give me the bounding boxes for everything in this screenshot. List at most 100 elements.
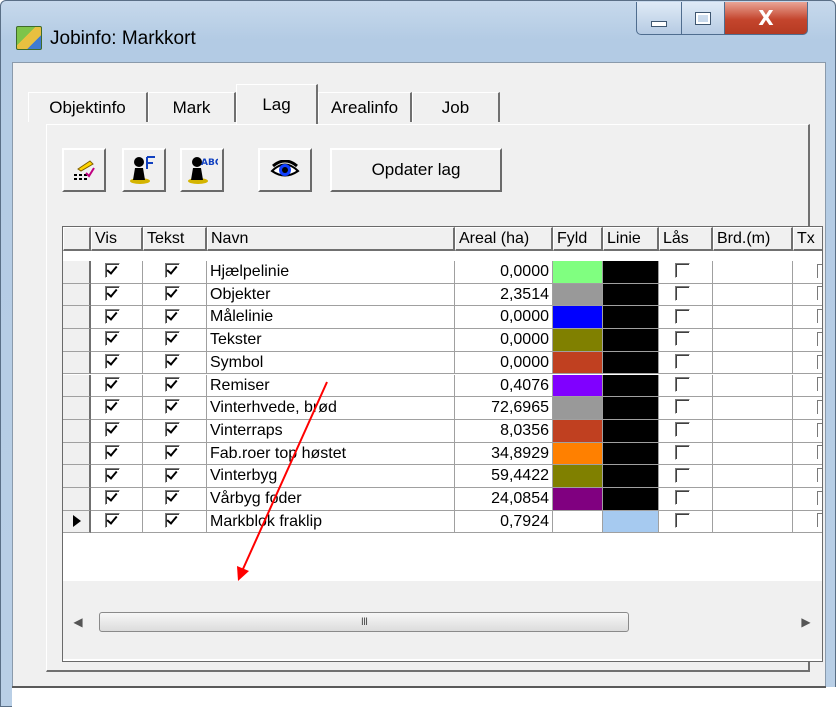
tx-cell[interactable] bbox=[793, 352, 822, 375]
tx-checkbox-partial[interactable] bbox=[817, 286, 822, 301]
brd-cell[interactable] bbox=[713, 465, 793, 488]
row-indicator-cell[interactable] bbox=[63, 510, 91, 534]
tx-checkbox-partial[interactable] bbox=[817, 399, 822, 414]
tx-cell[interactable] bbox=[793, 284, 822, 307]
vis-checkbox[interactable] bbox=[105, 399, 120, 415]
fyld-color-cell[interactable] bbox=[553, 283, 603, 307]
tekst-cell[interactable] bbox=[143, 465, 207, 488]
tekst-cell[interactable] bbox=[143, 306, 207, 330]
update-layers-button[interactable]: Opdater lag bbox=[330, 148, 502, 192]
tekst-cell[interactable] bbox=[143, 329, 207, 352]
laas-cell[interactable] bbox=[659, 306, 713, 330]
tx-cell[interactable] bbox=[793, 306, 822, 330]
fyld-color-cell[interactable] bbox=[553, 397, 603, 420]
navn-cell[interactable]: Hjælpelinie bbox=[207, 261, 455, 284]
table-row[interactable]: Hjælpelinie 0,0000 bbox=[63, 261, 822, 284]
fyld-color-cell[interactable] bbox=[553, 329, 603, 352]
laas-cell[interactable] bbox=[659, 283, 713, 307]
row-indicator-cell[interactable] bbox=[63, 351, 91, 375]
brd-cell[interactable] bbox=[713, 261, 793, 284]
tekst-checkbox[interactable] bbox=[165, 422, 180, 438]
brd-cell[interactable] bbox=[713, 306, 793, 330]
layer-edit-button[interactable] bbox=[62, 148, 106, 192]
vis-checkbox[interactable] bbox=[105, 490, 120, 506]
linie-color-cell[interactable] bbox=[603, 442, 659, 466]
tx-cell[interactable] bbox=[793, 375, 822, 398]
tekst-checkbox[interactable] bbox=[165, 376, 180, 392]
tab-mark[interactable]: Mark bbox=[148, 92, 236, 122]
laas-cell[interactable] bbox=[659, 329, 713, 352]
fyld-color-cell[interactable] bbox=[553, 442, 603, 466]
navn-cell[interactable]: Fab.roer top høstet bbox=[207, 442, 455, 466]
navn-cell[interactable]: Målelinie bbox=[207, 306, 455, 330]
header-brd[interactable]: Brd.(m) bbox=[713, 227, 793, 251]
navn-cell[interactable]: Vinterbyg bbox=[207, 465, 455, 488]
fyld-color-cell[interactable] bbox=[553, 374, 603, 398]
laas-checkbox[interactable] bbox=[675, 467, 690, 483]
tx-cell[interactable] bbox=[793, 465, 822, 488]
vis-cell[interactable] bbox=[91, 488, 143, 511]
tekst-cell[interactable] bbox=[143, 419, 207, 443]
row-indicator-cell[interactable] bbox=[63, 329, 91, 352]
tekst-cell[interactable] bbox=[143, 397, 207, 420]
tx-cell[interactable] bbox=[793, 420, 822, 443]
header-tekst[interactable]: Tekst bbox=[143, 227, 207, 251]
tekst-checkbox[interactable] bbox=[165, 308, 180, 324]
fyld-color-cell[interactable] bbox=[553, 465, 603, 488]
linie-color-cell[interactable] bbox=[603, 374, 659, 398]
tx-checkbox-partial[interactable] bbox=[817, 354, 822, 369]
tab-arealinfo[interactable]: Arealinfo bbox=[318, 92, 412, 122]
table-row[interactable]: Symbol 0,0000 bbox=[63, 351, 822, 375]
close-button[interactable]: X bbox=[724, 2, 808, 35]
tekst-checkbox[interactable] bbox=[165, 354, 180, 370]
navn-cell[interactable]: Markblok fraklip bbox=[207, 510, 455, 534]
tab-job[interactable]: Job bbox=[412, 92, 500, 122]
vis-checkbox[interactable] bbox=[105, 444, 120, 460]
tekst-cell[interactable] bbox=[143, 351, 207, 375]
linie-color-cell[interactable] bbox=[603, 329, 659, 352]
tx-cell[interactable] bbox=[793, 329, 822, 352]
tx-cell[interactable] bbox=[793, 443, 822, 466]
vis-checkbox[interactable] bbox=[105, 422, 120, 438]
tekst-cell[interactable] bbox=[143, 261, 207, 284]
scroll-thumb[interactable]: III bbox=[99, 612, 629, 632]
row-indicator-cell[interactable] bbox=[63, 488, 91, 511]
laas-checkbox[interactable] bbox=[675, 422, 690, 438]
navn-cell[interactable]: Tekster bbox=[207, 329, 455, 352]
brd-cell[interactable] bbox=[713, 351, 793, 375]
row-indicator-cell[interactable] bbox=[63, 261, 91, 284]
vis-cell[interactable] bbox=[91, 374, 143, 398]
tx-checkbox-partial[interactable] bbox=[817, 468, 822, 483]
brd-cell[interactable] bbox=[713, 329, 793, 352]
linie-color-cell[interactable] bbox=[603, 397, 659, 420]
navn-cell[interactable]: Vinterraps bbox=[207, 419, 455, 443]
laas-checkbox[interactable] bbox=[675, 376, 690, 392]
row-indicator-cell[interactable] bbox=[63, 283, 91, 307]
table-row[interactable]: Fab.roer top høstet 34,8929 bbox=[63, 442, 822, 466]
header-tx[interactable]: Tx bbox=[793, 227, 822, 251]
brd-cell[interactable] bbox=[713, 283, 793, 307]
laas-cell[interactable] bbox=[659, 261, 713, 284]
tekst-checkbox[interactable] bbox=[165, 399, 180, 415]
navn-cell[interactable]: Remiser bbox=[207, 374, 455, 398]
header-fyld[interactable]: Fyld bbox=[553, 227, 603, 251]
vis-cell[interactable] bbox=[91, 397, 143, 420]
brd-cell[interactable] bbox=[713, 488, 793, 511]
navn-cell[interactable]: Objekter bbox=[207, 283, 455, 307]
linie-color-cell[interactable] bbox=[603, 306, 659, 330]
fyld-color-cell[interactable] bbox=[553, 419, 603, 443]
fyld-color-cell[interactable] bbox=[553, 351, 603, 375]
navn-cell[interactable]: Vinterhvede, brød bbox=[207, 397, 455, 420]
table-row[interactable]: Remiser 0,4076 bbox=[63, 374, 822, 398]
tekst-checkbox[interactable] bbox=[165, 467, 180, 483]
vis-checkbox[interactable] bbox=[105, 376, 120, 392]
brd-cell[interactable] bbox=[713, 442, 793, 466]
table-row[interactable]: Vårbyg foder 24,0854 bbox=[63, 488, 822, 511]
tx-checkbox-partial[interactable] bbox=[817, 445, 822, 460]
minimize-button[interactable] bbox=[636, 2, 682, 35]
tekst-cell[interactable] bbox=[143, 442, 207, 466]
linie-color-cell[interactable] bbox=[603, 419, 659, 443]
tx-checkbox-partial[interactable] bbox=[817, 331, 822, 346]
vis-checkbox[interactable] bbox=[105, 263, 120, 279]
laas-cell[interactable] bbox=[659, 442, 713, 466]
